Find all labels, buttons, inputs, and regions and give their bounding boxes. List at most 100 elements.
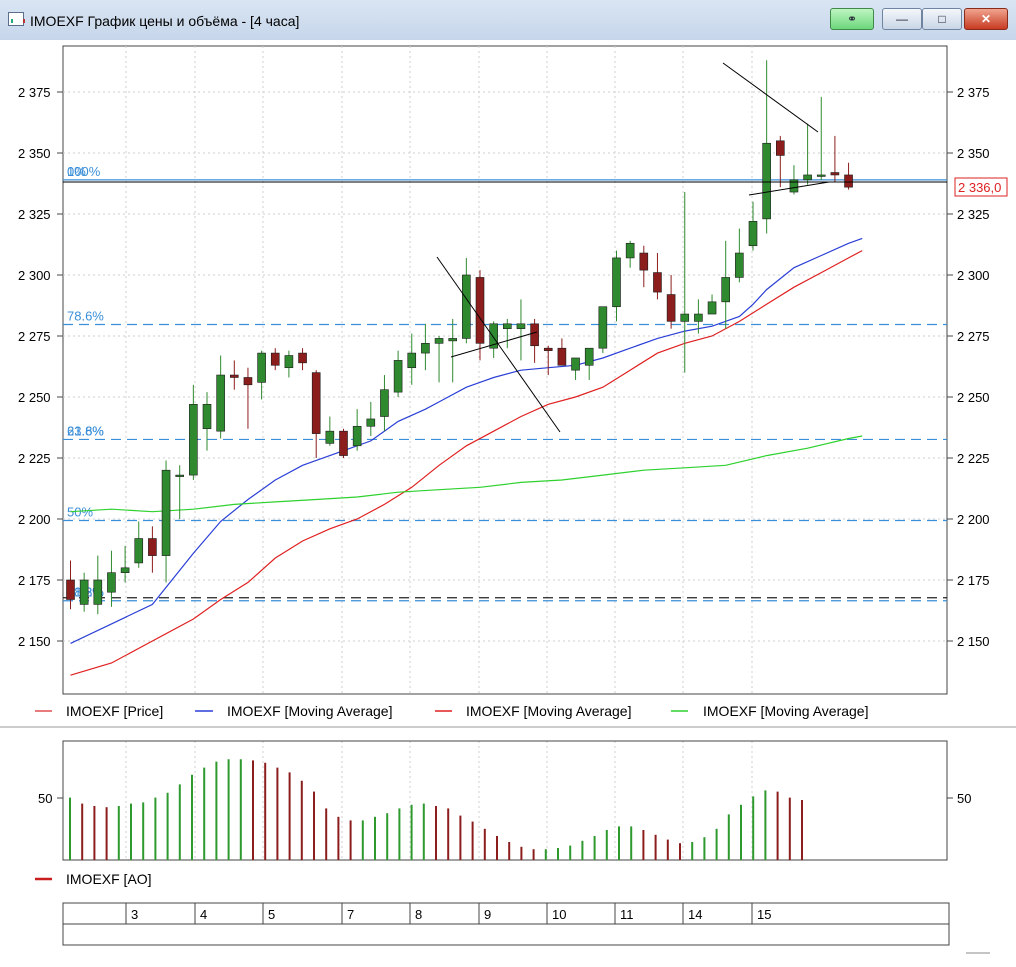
price-axis-label-left: 2 250 bbox=[18, 390, 51, 405]
candle-body[interactable] bbox=[735, 252, 744, 278]
candle-body[interactable] bbox=[625, 242, 635, 259]
chart-app-icon bbox=[8, 12, 25, 26]
date-axis-label: 7 bbox=[347, 907, 354, 922]
close-button[interactable]: ✕ bbox=[964, 8, 1008, 30]
candle-body[interactable] bbox=[516, 323, 526, 329]
price-axis-label-right: 2 325 bbox=[957, 207, 990, 222]
candle-body[interactable] bbox=[680, 313, 690, 322]
candle-body[interactable] bbox=[216, 374, 225, 432]
minimize-button[interactable]: — bbox=[882, 8, 922, 30]
candle-body[interactable] bbox=[666, 294, 676, 322]
candle-body[interactable] bbox=[393, 360, 403, 393]
price-axis-label-left: 2 275 bbox=[18, 329, 51, 344]
candle-body[interactable] bbox=[270, 352, 280, 366]
candle-body[interactable] bbox=[421, 343, 430, 354]
legend-label-price: IMOEXF [Price] bbox=[66, 703, 163, 719]
date-axis-label: 14 bbox=[688, 907, 702, 922]
candle-body[interactable] bbox=[202, 404, 212, 430]
title-bar[interactable]: IMOEXF График цены и объёма - [4 часа] ⚭… bbox=[0, 0, 1016, 41]
candle-body[interactable] bbox=[298, 352, 307, 364]
candle-body[interactable] bbox=[107, 572, 116, 593]
candle-body[interactable] bbox=[530, 323, 539, 347]
price-axis-label-right: 2 300 bbox=[957, 268, 990, 283]
date-axis-label: 3 bbox=[131, 907, 138, 922]
maximize-button[interactable]: □ bbox=[922, 8, 962, 30]
price-axis-label-right: 2 350 bbox=[957, 146, 990, 161]
price-axis-label-left: 2 325 bbox=[18, 207, 51, 222]
candle-body[interactable] bbox=[79, 579, 89, 605]
candle-body[interactable] bbox=[612, 257, 621, 308]
candle-body[interactable] bbox=[762, 142, 771, 220]
candle-body[interactable] bbox=[653, 272, 662, 293]
candle-body[interactable] bbox=[571, 357, 580, 371]
candle-body[interactable] bbox=[502, 323, 512, 329]
candle-body[interactable] bbox=[93, 579, 103, 605]
ao-axis-label-left: 50 bbox=[38, 791, 52, 806]
candle-body[interactable] bbox=[148, 538, 157, 556]
link-icon: ⚭ bbox=[846, 12, 858, 26]
candle-body[interactable] bbox=[380, 389, 389, 417]
chart-canvas[interactable]: 2 375 2 375 2 350 2 350 2 325 2 325 2 300 2 300… bbox=[0, 40, 1016, 967]
price-axis-label-left: 2 200 bbox=[18, 512, 51, 527]
link-button[interactable]: ⚭ bbox=[830, 8, 874, 30]
candle-body[interactable] bbox=[803, 174, 812, 181]
candle-body[interactable] bbox=[407, 352, 417, 369]
price-axis-label-right: 2 275 bbox=[957, 329, 990, 344]
legend-label-ma2: IMOEXF [Moving Average] bbox=[466, 703, 631, 719]
date-axis-label: 11 bbox=[620, 907, 634, 922]
candle-body[interactable] bbox=[557, 347, 567, 366]
candle-body[interactable] bbox=[844, 174, 853, 188]
candle-body[interactable] bbox=[462, 274, 471, 339]
candle-body[interactable] bbox=[830, 172, 840, 176]
candle-body[interactable] bbox=[707, 301, 717, 315]
price-axis-label-right: 2 375 bbox=[957, 85, 990, 100]
ao-legend-label: IMOEXF [AO] bbox=[66, 871, 152, 887]
candle-body[interactable] bbox=[694, 313, 703, 322]
candle-body[interactable] bbox=[230, 374, 239, 378]
date-axis-label: 4 bbox=[200, 907, 207, 922]
ao-axis-label-right: 50 bbox=[957, 791, 971, 806]
date-axis-label: 5 bbox=[268, 907, 275, 922]
candle-body[interactable] bbox=[284, 355, 294, 369]
candle-body[interactable] bbox=[66, 579, 75, 600]
date-axis-label: 8 bbox=[415, 907, 422, 922]
price-axis-label-left: 2 350 bbox=[18, 146, 51, 161]
candle-body[interactable] bbox=[639, 252, 649, 271]
candle-body[interactable] bbox=[311, 372, 321, 434]
date-axis-label: 9 bbox=[484, 907, 491, 922]
date-axis-label: 10 bbox=[552, 907, 566, 922]
candle-body[interactable] bbox=[748, 221, 758, 247]
candle-body[interactable] bbox=[161, 469, 171, 556]
candle-body[interactable] bbox=[134, 538, 144, 564]
candle-body[interactable] bbox=[475, 277, 485, 344]
candle-body[interactable] bbox=[325, 430, 335, 444]
candle-body[interactable] bbox=[816, 174, 826, 177]
candle-body[interactable] bbox=[257, 352, 266, 383]
candle-body[interactable] bbox=[775, 140, 785, 156]
candle-body[interactable] bbox=[434, 338, 444, 344]
legend-label-ma3: IMOEXF [Moving Average] bbox=[703, 703, 868, 719]
price-axis-label-right: 2 175 bbox=[957, 573, 990, 588]
candle-body[interactable] bbox=[352, 425, 362, 447]
candle-body[interactable] bbox=[448, 338, 458, 342]
fib-level-label: 0% bbox=[67, 164, 86, 179]
window-title: IMOEXF График цены и объёма - [4 часа] bbox=[30, 13, 300, 29]
price-panel[interactable] bbox=[62, 45, 948, 695]
price-axis-label-left: 2 225 bbox=[18, 451, 51, 466]
current-price-label: 2 336,0 bbox=[958, 180, 1001, 195]
candle-body[interactable] bbox=[598, 306, 608, 349]
candle-body[interactable] bbox=[339, 430, 348, 456]
candle-body[interactable] bbox=[721, 277, 731, 303]
candle-body[interactable] bbox=[543, 347, 553, 351]
legend-label-ma1: IMOEXF [Moving Average] bbox=[227, 703, 392, 719]
candle-body[interactable] bbox=[175, 474, 184, 477]
candle-body[interactable] bbox=[189, 404, 198, 476]
candle-body[interactable] bbox=[366, 418, 376, 427]
candle-body[interactable] bbox=[243, 377, 253, 386]
candle-body[interactable] bbox=[584, 347, 594, 366]
fib-level-label: 23.6% bbox=[67, 423, 104, 438]
price-axis-label-right: 2 250 bbox=[957, 390, 990, 405]
candle-body[interactable] bbox=[120, 567, 130, 573]
price-axis-label-right: 2 150 bbox=[957, 634, 990, 649]
price-axis-label-left: 2 150 bbox=[18, 634, 51, 649]
